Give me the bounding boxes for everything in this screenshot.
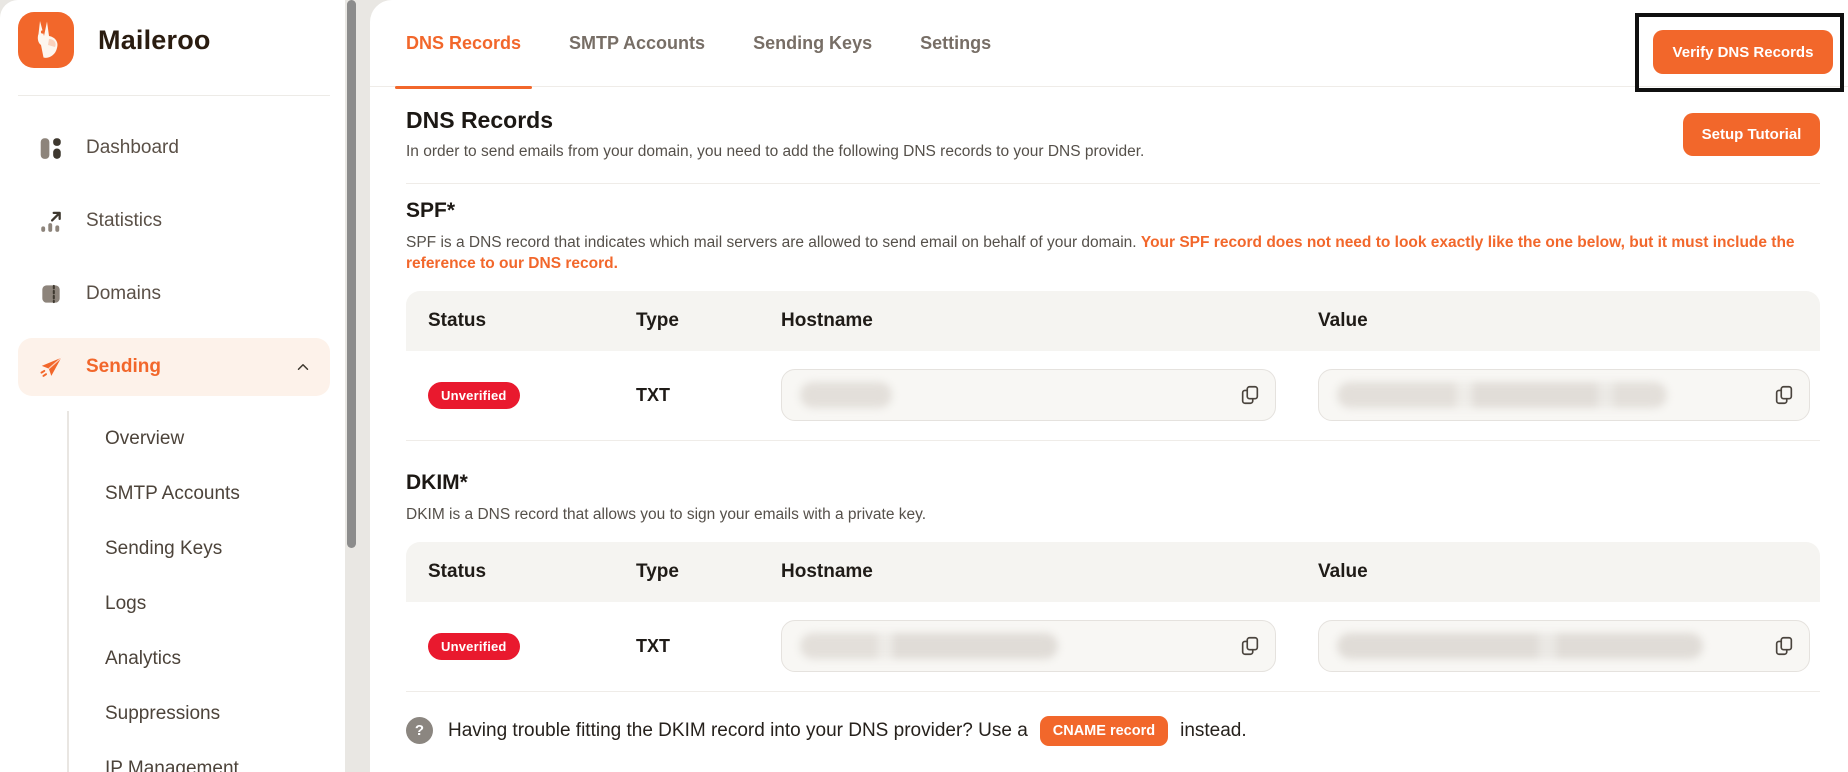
record-type: TXT — [636, 385, 781, 406]
record-type: TXT — [636, 636, 781, 657]
sidebar-divider — [18, 95, 330, 96]
spf-hostname-field[interactable] — [781, 369, 1276, 421]
brand-name: Maileroo — [98, 25, 211, 56]
copy-icon[interactable] — [1239, 384, 1261, 406]
question-icon[interactable]: ? — [406, 717, 433, 744]
domains-icon — [38, 281, 64, 307]
tabs-bar: DNS Records SMTP Accounts Sending Keys S… — [370, 0, 1848, 87]
column-header-status: Status — [406, 310, 636, 332]
sidebar-item-label: Statistics — [86, 210, 162, 232]
submenu-item-overview[interactable]: Overview — [105, 411, 330, 466]
page-subtitle: In order to send emails from your domain… — [406, 143, 1144, 161]
column-header-value: Value — [1318, 561, 1820, 583]
dkim-title: DKIM* — [406, 471, 1820, 495]
copy-icon[interactable] — [1773, 635, 1795, 657]
dkim-table: Status Type Hostname Value Unverified TX… — [406, 542, 1820, 692]
status-badge: Unverified — [428, 633, 520, 660]
submenu-item-sending-keys[interactable]: Sending Keys — [105, 521, 330, 576]
column-header-hostname: Hostname — [781, 310, 1318, 332]
verify-dns-records-button[interactable]: Verify DNS Records — [1653, 30, 1833, 74]
sidebar-item-label: Dashboard — [86, 137, 179, 159]
dkim-table-row: Unverified TXT — [406, 602, 1820, 692]
sidebar: Maileroo Dashboard — [0, 0, 345, 772]
sidebar-item-dashboard[interactable]: Dashboard — [18, 119, 330, 177]
spf-table-header: Status Type Hostname Value — [406, 291, 1820, 351]
submenu-item-logs[interactable]: Logs — [105, 576, 330, 631]
spf-description: SPF is a DNS record that indicates which… — [406, 233, 1816, 275]
redacted-hostname-value — [800, 633, 1058, 659]
submenu-item-suppressions[interactable]: Suppressions — [105, 686, 330, 741]
spf-section: SPF* SPF is a DNS record that indicates … — [406, 184, 1820, 441]
spf-title: SPF* — [406, 199, 1820, 223]
dkim-help-row: ? Having trouble fitting the DKIM record… — [406, 716, 1820, 766]
sidebar-item-sending[interactable]: Sending — [18, 338, 330, 396]
tab-settings[interactable]: Settings — [909, 0, 1002, 87]
help-text-suffix: instead. — [1180, 720, 1247, 742]
redacted-record-value — [1337, 633, 1703, 659]
brand[interactable]: Maileroo — [18, 12, 330, 68]
tab-smtp-accounts[interactable]: SMTP Accounts — [558, 0, 716, 87]
main-panel: DNS Records SMTP Accounts Sending Keys S… — [370, 0, 1848, 772]
column-header-type: Type — [636, 561, 781, 583]
dkim-value-field[interactable] — [1318, 620, 1810, 672]
dkim-table-header: Status Type Hostname Value — [406, 542, 1820, 602]
redacted-record-value — [1337, 382, 1667, 408]
column-header-status: Status — [406, 561, 636, 583]
chevron-up-icon[interactable] — [294, 358, 312, 376]
spf-value-field[interactable] — [1318, 369, 1810, 421]
column-header-hostname: Hostname — [781, 561, 1318, 583]
sidebar-item-domains[interactable]: Domains — [18, 265, 330, 323]
dkim-section: DKIM* DKIM is a DNS record that allows y… — [406, 441, 1820, 766]
setup-tutorial-button[interactable]: Setup Tutorial — [1683, 113, 1820, 156]
sending-submenu: Overview SMTP Accounts Sending Keys Logs… — [67, 411, 330, 772]
cname-record-button[interactable]: CNAME record — [1040, 716, 1168, 746]
copy-icon[interactable] — [1239, 635, 1261, 657]
spf-table: Status Type Hostname Value Unverified TX… — [406, 291, 1820, 441]
tab-sending-keys[interactable]: Sending Keys — [742, 0, 883, 87]
column-header-value: Value — [1318, 310, 1820, 332]
sidebar-item-label: Domains — [86, 283, 161, 305]
sidebar-item-statistics[interactable]: Statistics — [18, 192, 330, 250]
tab-dns-records[interactable]: DNS Records — [395, 0, 532, 87]
copy-icon[interactable] — [1773, 384, 1795, 406]
spf-description-normal: SPF is a DNS record that indicates which… — [406, 234, 1141, 251]
dashboard-icon — [38, 135, 64, 161]
submenu-item-smtp-accounts[interactable]: SMTP Accounts — [105, 466, 330, 521]
send-icon — [38, 354, 64, 380]
page-title: DNS Records — [406, 107, 1144, 134]
column-header-type: Type — [636, 310, 781, 332]
page-header: DNS Records In order to send emails from… — [406, 87, 1820, 184]
content: DNS Records In order to send emails from… — [370, 87, 1848, 766]
status-badge: Unverified — [428, 382, 520, 409]
sidebar-nav: Dashboard Statistics Doma — [18, 119, 330, 772]
submenu-item-ip-management[interactable]: IP Management — [105, 741, 330, 772]
sidebar-item-label: Sending — [86, 356, 161, 378]
help-text-prefix: Having trouble fitting the DKIM record i… — [448, 720, 1028, 742]
maileroo-logo-icon — [18, 12, 74, 68]
dkim-hostname-field[interactable] — [781, 620, 1276, 672]
sidebar-scrollbar[interactable] — [347, 0, 356, 548]
dkim-description: DKIM is a DNS record that allows you to … — [406, 505, 1816, 526]
submenu-item-analytics[interactable]: Analytics — [105, 631, 330, 686]
spf-table-row: Unverified TXT — [406, 351, 1820, 441]
redacted-hostname-value — [800, 382, 892, 408]
statistics-icon — [38, 208, 64, 234]
